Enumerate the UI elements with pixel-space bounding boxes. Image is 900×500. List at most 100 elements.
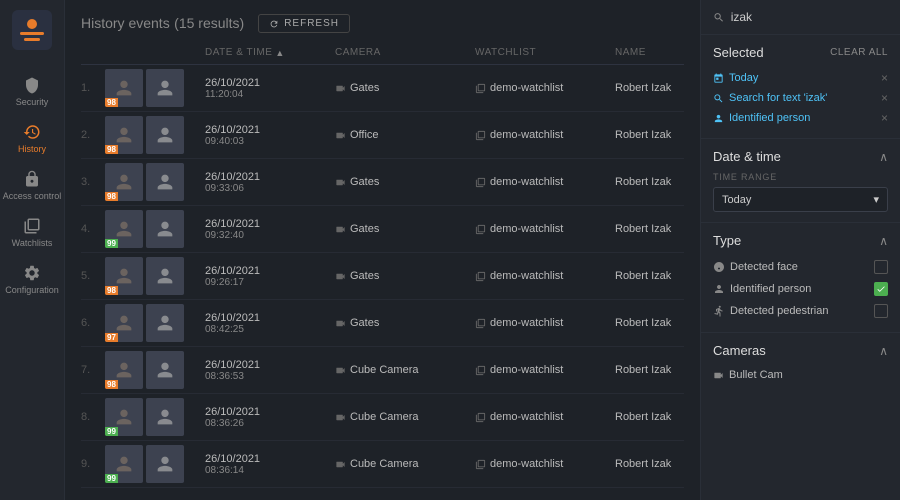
row-watchlist: demo-watchlist xyxy=(475,317,615,329)
row-watchlist: demo-watchlist xyxy=(475,176,615,188)
confidence-badge: 97 xyxy=(105,333,118,342)
type-detected-face-checkbox[interactable] xyxy=(874,260,888,274)
row-name: Robert Izak xyxy=(615,82,700,94)
type-identified-person-label: Identified person xyxy=(730,283,811,295)
sidebar-access-label: Access control xyxy=(3,191,62,201)
detected-face-icon xyxy=(713,261,725,273)
watchlist-icon xyxy=(475,412,486,423)
col-num xyxy=(81,47,105,58)
camera-icon xyxy=(335,412,346,423)
face-img-matched xyxy=(146,116,184,154)
row-number: 5. xyxy=(81,270,105,282)
camera-icon xyxy=(335,224,346,235)
row-watchlist: demo-watchlist xyxy=(475,270,615,282)
row-number: 3. xyxy=(81,176,105,188)
table-row[interactable]: 6. 97 26/10/2021 08:42:25 xyxy=(81,300,684,347)
table-header-row: DATE & TIME ▲ CAMERA WATCHLIST NAME OTHE… xyxy=(81,41,684,65)
filter-person-close[interactable]: × xyxy=(881,111,888,125)
col-watchlist: WATCHLIST xyxy=(475,47,615,58)
date-time-header[interactable]: Date & time ∧ xyxy=(713,149,888,164)
type-chevron: ∧ xyxy=(879,234,888,248)
row-datetime: 26/10/2021 11:20:04 xyxy=(205,77,335,100)
type-pedestrian-checkbox[interactable] xyxy=(874,304,888,318)
confidence-badge: 98 xyxy=(105,192,118,201)
sidebar-item-configuration[interactable]: Configuration xyxy=(0,256,64,303)
type-detected-pedestrian[interactable]: Detected pedestrian xyxy=(713,300,888,322)
table-row[interactable]: 3. 98 26/10/2021 09:33:06 xyxy=(81,159,684,206)
face-img-matched xyxy=(146,398,184,436)
cameras-header[interactable]: Cameras ∧ xyxy=(713,343,888,358)
selected-section-header: Selected CLEAR ALL xyxy=(713,45,888,60)
sidebar: Security History Access control Watchlis… xyxy=(0,0,65,500)
watchlist-icon xyxy=(475,177,486,188)
filter-tag-search: Search for text 'izak' × xyxy=(713,88,888,108)
table-row[interactable]: 4. 99 26/10/2021 09:32:40 xyxy=(81,206,684,253)
row-images: 97 xyxy=(105,304,205,342)
sidebar-item-watchlists[interactable]: Watchlists xyxy=(0,209,64,256)
row-camera: Cube Camera xyxy=(335,364,475,376)
row-name: Robert Izak xyxy=(615,411,700,423)
row-name: Robert Izak xyxy=(615,317,700,329)
table-row[interactable]: 1. 98 26/10/2021 11:20:04 xyxy=(81,65,684,112)
search-input[interactable] xyxy=(731,10,888,24)
row-datetime: 26/10/2021 08:42:25 xyxy=(205,312,335,335)
pedestrian-icon xyxy=(713,305,725,317)
watchlist-icon xyxy=(475,459,486,470)
person-filter-icon xyxy=(713,113,724,124)
type-identified-person[interactable]: Identified person xyxy=(713,278,888,300)
sidebar-config-label: Configuration xyxy=(5,285,59,295)
table-row[interactable]: 2. 98 26/10/2021 09:40:03 xyxy=(81,112,684,159)
camera-item-bullet[interactable]: Bullet Cam xyxy=(713,366,888,384)
face-img-matched xyxy=(146,69,184,107)
filter-today-close[interactable]: × xyxy=(881,71,888,85)
selected-section: Selected CLEAR ALL Today × Search for te… xyxy=(701,35,900,139)
row-number: 7. xyxy=(81,364,105,376)
clear-all-button[interactable]: CLEAR ALL xyxy=(830,47,888,58)
table-row[interactable]: 9. 99 26/10/2021 08:36:14 xyxy=(81,441,684,488)
sidebar-item-security[interactable]: Security xyxy=(0,68,64,115)
face-img-detected: 98 xyxy=(105,351,143,389)
type-identified-person-checkbox[interactable] xyxy=(874,282,888,296)
row-datetime: 26/10/2021 09:32:40 xyxy=(205,218,335,241)
type-section: Type ∧ Detected face Identified person D… xyxy=(701,223,900,333)
sidebar-item-history[interactable]: History xyxy=(0,115,64,162)
row-images: 99 xyxy=(105,210,205,248)
row-images: 98 xyxy=(105,69,205,107)
sort-icon: ▲ xyxy=(275,48,284,58)
type-title: Type xyxy=(713,233,741,248)
row-watchlist: demo-watchlist xyxy=(475,458,615,470)
date-time-section: Date & time ∧ TIME RANGE Today ▾ xyxy=(701,139,900,223)
row-name: Robert Izak xyxy=(615,223,700,235)
row-images: 99 xyxy=(105,398,205,436)
time-range-select[interactable]: Today ▾ xyxy=(713,187,888,212)
table-row[interactable]: 8. 99 26/10/2021 08:36:26 xyxy=(81,394,684,441)
row-number: 1. xyxy=(81,82,105,94)
row-camera: Gates xyxy=(335,176,475,188)
row-watchlist: demo-watchlist xyxy=(475,411,615,423)
cameras-section: Cameras ∧ Bullet Cam xyxy=(701,333,900,394)
watchlist-icon xyxy=(475,365,486,376)
watchlist-icon xyxy=(475,271,486,282)
events-table: DATE & TIME ▲ CAMERA WATCHLIST NAME OTHE… xyxy=(65,41,700,500)
date-time-chevron: ∧ xyxy=(879,150,888,164)
table-row[interactable]: 5. 98 26/10/2021 09:26:17 xyxy=(81,253,684,300)
type-detected-face[interactable]: Detected face xyxy=(713,256,888,278)
sidebar-item-access-control[interactable]: Access control xyxy=(0,162,64,209)
search-bar xyxy=(701,0,900,35)
refresh-button[interactable]: REFRESH xyxy=(258,14,350,33)
confidence-badge: 99 xyxy=(105,239,118,248)
row-datetime: 26/10/2021 08:36:26 xyxy=(205,406,335,429)
row-number: 4. xyxy=(81,223,105,235)
face-img-matched xyxy=(146,304,184,342)
table-row[interactable]: 7. 98 26/10/2021 08:36:53 xyxy=(81,347,684,394)
type-header[interactable]: Type ∧ xyxy=(713,233,888,248)
face-img-detected: 99 xyxy=(105,398,143,436)
filter-search-close[interactable]: × xyxy=(881,91,888,105)
filter-search-text: Search for text 'izak' xyxy=(729,92,827,104)
col-name: NAME xyxy=(615,47,700,58)
camera-bullet-label: Bullet Cam xyxy=(729,369,783,381)
row-datetime: 26/10/2021 09:33:06 xyxy=(205,171,335,194)
row-name: Robert Izak xyxy=(615,458,700,470)
camera-icon xyxy=(335,459,346,470)
main-content: History events (15 results) REFRESH DATE… xyxy=(65,0,700,500)
